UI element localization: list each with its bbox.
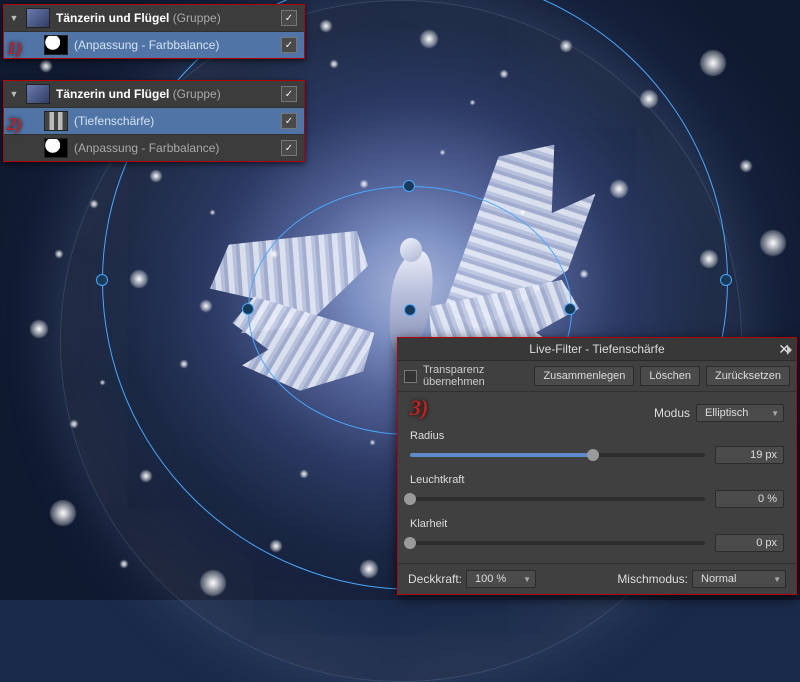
filter-thumbnail — [44, 111, 68, 131]
layer-panel-1: ▼ Tänzerin und Flügel (Gruppe) ✓ (Anpass… — [3, 4, 305, 59]
blendmode-label: Mischmodus: — [617, 572, 688, 586]
annotation-marker-3: 3) — [410, 395, 428, 421]
opacity-label: Deckkraft: — [408, 572, 462, 586]
layer-group-row[interactable]: ▼ Tänzerin und Flügel (Gruppe) ✓ — [4, 81, 304, 107]
visibility-checkbox[interactable]: ✓ — [281, 113, 297, 129]
disclosure-icon[interactable]: ▼ — [4, 13, 20, 23]
layer-child-row[interactable]: (Anpassung - Farbbalance) ✓ — [4, 31, 304, 58]
chevron-down-icon: ▼ — [773, 575, 781, 584]
transparency-checkbox[interactable] — [404, 370, 417, 383]
visibility-checkbox[interactable]: ✓ — [281, 10, 297, 26]
layer-child-row[interactable]: (Anpassung - Farbbalance) ✓ — [4, 134, 304, 161]
mode-label: Modus — [654, 406, 690, 420]
overflow-icon[interactable] — [787, 345, 792, 355]
visibility-checkbox[interactable]: ✓ — [281, 86, 297, 102]
layer-thumbnail — [26, 84, 50, 104]
merge-button[interactable]: Zusammenlegen — [534, 366, 634, 386]
layer-name: Tänzerin und Flügel (Gruppe) — [56, 87, 274, 101]
radius-slider[interactable] — [410, 453, 705, 457]
slider-knob[interactable] — [587, 449, 599, 461]
visibility-checkbox[interactable]: ✓ — [281, 140, 297, 156]
adjustment-thumbnail — [44, 138, 68, 158]
luminosity-slider[interactable] — [410, 497, 705, 501]
dialog-toolbar: Transparenz übernehmen Zusammenlegen Lös… — [398, 361, 796, 392]
radius-value[interactable]: 19 px — [715, 446, 784, 464]
luminosity-value[interactable]: 0 % — [715, 490, 784, 508]
delete-button[interactable]: Löschen — [640, 366, 700, 386]
dialog-title: Live-Filter - Tiefenschärfe — [529, 342, 664, 356]
clarity-label: Klarheit — [410, 518, 784, 530]
visibility-checkbox[interactable]: ✓ — [281, 37, 297, 53]
layer-name: Tänzerin und Flügel (Gruppe) — [56, 11, 274, 25]
slider-knob[interactable] — [404, 537, 416, 549]
layer-name: (Anpassung - Farbbalance) — [74, 141, 274, 155]
chevron-down-icon: ▼ — [523, 575, 531, 584]
handle[interactable] — [720, 274, 732, 286]
annotation-marker-1: 1) — [7, 38, 22, 59]
layer-thumbnail — [26, 8, 50, 28]
handle[interactable] — [564, 303, 576, 315]
layer-child-row[interactable]: (Tiefenschärfe) ✓ — [4, 107, 304, 134]
center-handle[interactable] — [404, 304, 416, 316]
live-filter-dialog: Live-Filter - Tiefenschärfe ✕ Transparen… — [397, 337, 797, 595]
mode-select[interactable]: Elliptisch▼ — [696, 404, 784, 422]
transparency-label: Transparenz übernehmen — [423, 364, 528, 388]
layer-panel-2: ▼ Tänzerin und Flügel (Gruppe) ✓ (Tiefen… — [3, 80, 305, 162]
chevron-down-icon: ▼ — [771, 409, 779, 418]
dialog-titlebar[interactable]: Live-Filter - Tiefenschärfe ✕ — [398, 338, 796, 361]
handle[interactable] — [96, 274, 108, 286]
layer-group-row[interactable]: ▼ Tänzerin und Flügel (Gruppe) ✓ — [4, 5, 304, 31]
clarity-slider[interactable] — [410, 541, 705, 545]
slider-knob[interactable] — [404, 493, 416, 505]
handle[interactable] — [242, 303, 254, 315]
adjustment-thumbnail — [44, 35, 68, 55]
handle[interactable] — [403, 180, 415, 192]
layer-name: (Anpassung - Farbbalance) — [74, 38, 274, 52]
reset-button[interactable]: Zurücksetzen — [706, 366, 790, 386]
clarity-value[interactable]: 0 px — [715, 534, 784, 552]
layer-name: (Tiefenschärfe) — [74, 114, 274, 128]
disclosure-icon[interactable]: ▼ — [4, 89, 20, 99]
opacity-select[interactable]: 100 %▼ — [466, 570, 536, 588]
blendmode-select[interactable]: Normal▼ — [692, 570, 786, 588]
luminosity-label: Leuchtkraft — [410, 474, 784, 486]
annotation-marker-2: 2) — [7, 114, 22, 135]
radius-label: Radius — [410, 430, 784, 442]
